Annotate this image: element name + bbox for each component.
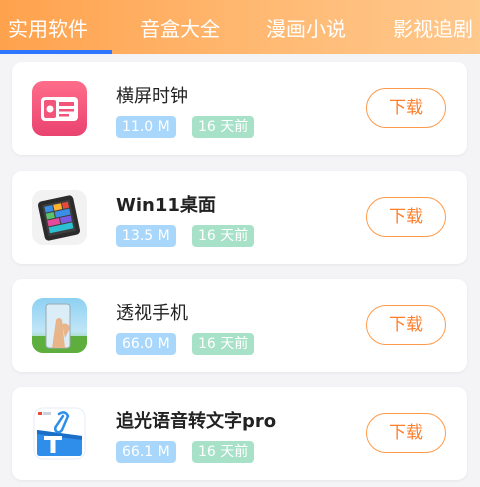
file-size-badge: 66.0 M — [116, 333, 176, 355]
app-list-item[interactable]: 横屏时钟 11.0 M 16 天前 下载 — [12, 62, 467, 155]
file-size-badge: 66.1 M — [116, 441, 176, 463]
app-name: 横屏时钟 — [116, 86, 188, 107]
category-tab-bar: 实用软件 音盒大全 漫画小说 影视追剧 — [0, 0, 480, 54]
active-tab-indicator — [0, 50, 112, 54]
app-name-text: 追光语音转文字pro — [116, 411, 277, 432]
app-name: 透视手机 — [116, 303, 188, 324]
download-button[interactable]: 下载 — [366, 305, 446, 345]
file-size-badge: 13.5 M — [116, 225, 176, 247]
tablet-app-icon — [32, 190, 87, 245]
file-size-badge: 11.0 M — [116, 116, 176, 138]
updated-time-badge: 16 天前 — [192, 225, 255, 247]
app-name: 追光语音转文字pro — [116, 407, 276, 433]
download-button[interactable]: 下载 — [366, 413, 446, 453]
app-list-item[interactable]: 透视手机 66.0 M 16 天前 下载 — [12, 279, 467, 372]
tab-utility-software[interactable]: 实用软件 — [8, 13, 88, 42]
updated-time-badge: 16 天前 — [192, 116, 255, 138]
app-list-item[interactable]: Win11桌面 13.5 M 16 天前 下载 — [12, 171, 467, 264]
text-document-app-icon — [32, 406, 87, 461]
phone-app-icon — [32, 298, 87, 353]
updated-time-badge: 16 天前 — [192, 441, 255, 463]
tab-music-box[interactable]: 音盒大全 — [140, 13, 220, 42]
app-name: Win11桌面 — [116, 195, 216, 216]
app-list-item[interactable]: 追光语音转文字pro 66.1 M 16 天前 下载 — [12, 387, 467, 480]
tab-movies-tv[interactable]: 影视追剧 — [393, 13, 473, 42]
download-button[interactable]: 下载 — [366, 88, 446, 128]
updated-time-badge: 16 天前 — [192, 333, 255, 355]
tab-comics-novels[interactable]: 漫画小说 — [266, 13, 346, 42]
download-button[interactable]: 下载 — [366, 197, 446, 237]
clock-app-icon — [32, 81, 87, 136]
